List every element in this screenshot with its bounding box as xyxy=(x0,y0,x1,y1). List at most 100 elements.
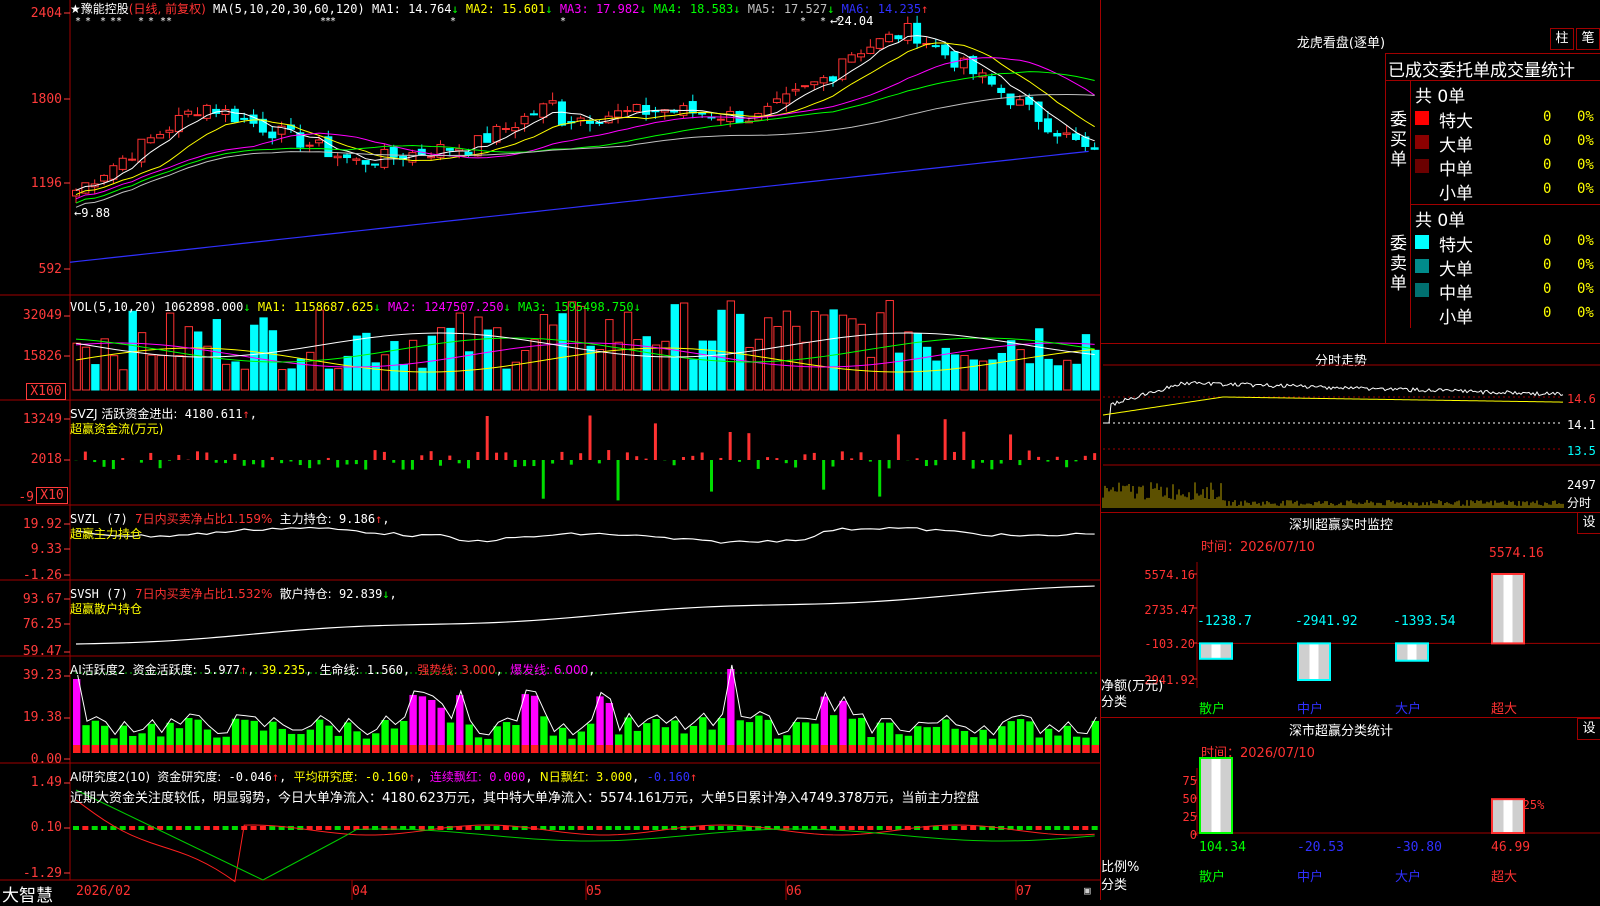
candle-body xyxy=(100,174,109,182)
activity-base-bar xyxy=(568,745,576,753)
volume-bar xyxy=(222,363,231,391)
activity-bar xyxy=(73,679,81,753)
candle-body xyxy=(184,110,193,115)
research-bar xyxy=(185,826,192,830)
date-axis-2: 04 xyxy=(352,884,368,899)
candle-body xyxy=(305,144,314,147)
research-bar xyxy=(203,826,210,830)
price-header: ★豫能控股(日线, 前复权) MA(5,10,20,30,60,120) MA1… xyxy=(70,0,928,17)
candle-body xyxy=(174,114,183,133)
vol-ma-1-value: MA1: 1158687.625 xyxy=(257,300,374,314)
research-bar xyxy=(334,826,341,830)
svzl-label2: 主力持仓: xyxy=(279,512,332,526)
volume-bar xyxy=(558,313,567,391)
volume-bar xyxy=(455,312,465,391)
ai-research-a1: ↑ xyxy=(271,770,280,784)
candle-body xyxy=(950,51,959,68)
right-panel: 龙虎看盘(逐单) 柱 笔 已成交委托单成交量统计 委买单 共 0单 特大 0 0% 大… xyxy=(1100,0,1600,900)
research-bar xyxy=(493,826,500,830)
svsh-arrow: ↓ xyxy=(382,587,390,601)
vol-ma-values: MA1: 1158687.625↓ MA2: 1247507.250↓ MA3:… xyxy=(258,300,641,314)
ai-research-label2: 平均研究度: xyxy=(293,770,358,784)
activity-base-bar xyxy=(923,745,931,753)
event-marker: * xyxy=(820,16,826,27)
activity-base-bar xyxy=(549,745,557,753)
candle-body xyxy=(1062,132,1071,135)
volume-bar xyxy=(698,340,707,391)
volume-bar xyxy=(595,348,605,391)
research-bar xyxy=(633,826,640,830)
activity-base-bar xyxy=(596,745,604,753)
research-bar xyxy=(1035,826,1042,830)
research-bar xyxy=(259,826,266,830)
research-bar xyxy=(951,826,958,830)
volume-bar xyxy=(306,351,315,391)
activity-base-bar xyxy=(446,745,455,753)
volume-bar xyxy=(782,310,792,391)
svzj-arrow: ↑ xyxy=(242,407,250,421)
volume-bar xyxy=(539,313,549,391)
volume-bar xyxy=(857,323,866,391)
volume-bar xyxy=(1016,349,1025,391)
activity-base-bar xyxy=(886,745,894,753)
activity-base-bar xyxy=(652,745,660,753)
monitor-bar-highlight xyxy=(1309,643,1319,680)
event-marker: * xyxy=(75,16,81,27)
activity-base-bar xyxy=(979,745,987,753)
activity-base-bar xyxy=(138,745,146,753)
volume-bar xyxy=(717,309,726,391)
candle-body xyxy=(221,109,230,115)
activity-base-bar xyxy=(708,745,716,753)
research-bar xyxy=(1063,826,1070,830)
activity-base-bar xyxy=(577,745,585,753)
activity-base-bar xyxy=(643,745,651,753)
candle-body xyxy=(716,118,725,121)
activity-base-bar xyxy=(493,745,501,753)
activity-base-bar xyxy=(119,745,128,753)
vol-ma-2-value: MA2: 1247507.250 xyxy=(380,300,504,314)
activity-base-bar xyxy=(970,745,978,753)
volume-bar xyxy=(81,346,91,391)
activity-base-bar xyxy=(213,745,221,753)
activity-bar xyxy=(418,696,427,753)
candle-body xyxy=(810,81,819,86)
ma-3-value: MA3: 17.982 xyxy=(552,2,640,16)
activity-base-bar xyxy=(456,745,464,753)
activity-base-bar xyxy=(736,745,744,753)
candle-body xyxy=(1015,99,1024,106)
research-bar xyxy=(344,826,351,830)
volume-bar xyxy=(838,314,848,391)
activity-base-bar xyxy=(465,745,473,753)
research-bar xyxy=(643,826,650,830)
price-axis-4: 592 xyxy=(38,262,62,277)
activity-base-bar xyxy=(390,745,399,753)
monitor-bar-highlight xyxy=(1211,643,1221,659)
ai-active-header: AI活跃度2 资金活跃度: 5.977↑, 39.235, 生命线: 1.560… xyxy=(70,663,596,677)
activity-base-bar xyxy=(1026,745,1034,753)
research-bar xyxy=(587,826,593,830)
activity-base-bar xyxy=(587,745,595,753)
candle-body xyxy=(614,110,623,118)
volume-bar xyxy=(866,356,876,391)
svzl-axis-3: -1.26 xyxy=(22,568,62,583)
chart-area[interactable]: * * * * * * * * * * * * * * * * * ★豫能控股(日线, 前复权) MA(5,10… xyxy=(0,0,1100,906)
stock-name: ★豫能控股 xyxy=(70,2,129,16)
volume-bar xyxy=(960,354,969,391)
volume-bar xyxy=(1007,340,1016,391)
research-bar xyxy=(1082,826,1089,830)
activity-base-bar xyxy=(530,745,539,753)
activity-base-bar xyxy=(259,745,268,753)
candle-body xyxy=(118,157,127,170)
candle-body xyxy=(464,151,473,156)
activity-base-bar xyxy=(315,745,324,753)
research-bar xyxy=(82,826,89,830)
candle-body xyxy=(782,93,791,104)
volume-bar xyxy=(193,331,203,391)
activity-base-bar xyxy=(334,745,343,753)
svzl-red: 7日内买卖净占比1.159% xyxy=(135,512,273,526)
chart-canvas[interactable]: * * * * * * * * * *** * * * * * xyxy=(0,0,1100,900)
candle-body xyxy=(371,163,380,166)
research-bar xyxy=(596,826,603,830)
research-bar xyxy=(736,826,743,830)
volume-bar xyxy=(754,338,764,391)
